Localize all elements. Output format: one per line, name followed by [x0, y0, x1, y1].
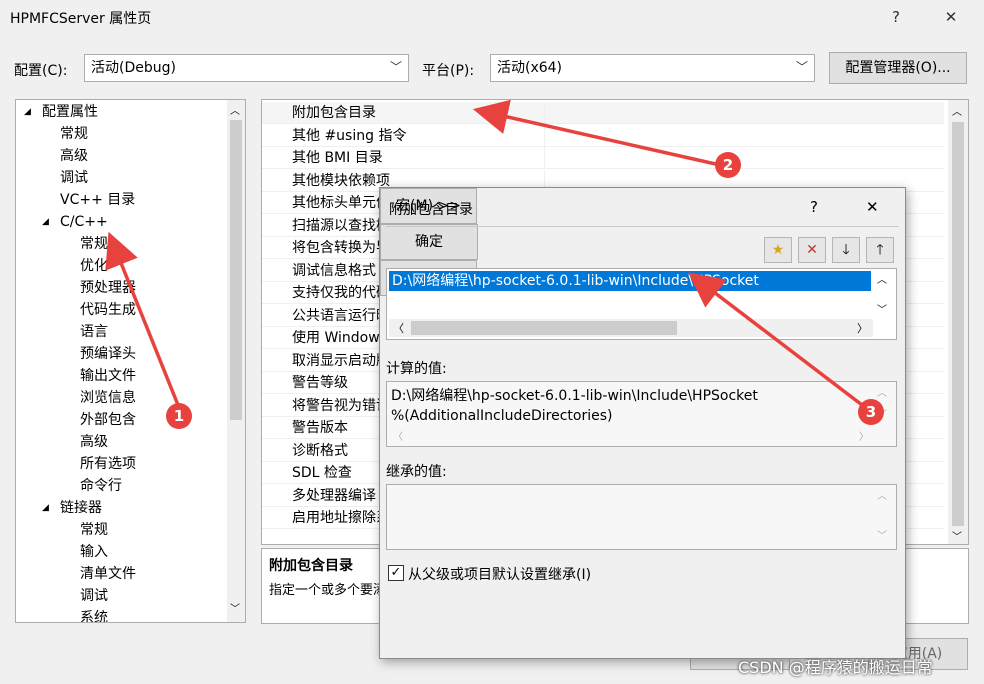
- annotation-badge-1: 1: [166, 403, 192, 429]
- annotation-arrow-3: [688, 272, 868, 410]
- annotation-badge-3: 3: [858, 399, 884, 425]
- annotation-arrows: [105, 99, 868, 411]
- annotation-arrow-1: [105, 231, 182, 411]
- annotation-arrow-2: [472, 99, 721, 167]
- watermark: CSDN @程序猿的搬运日常: [738, 658, 933, 677]
- annotation-badge-2: 2: [715, 152, 741, 178]
